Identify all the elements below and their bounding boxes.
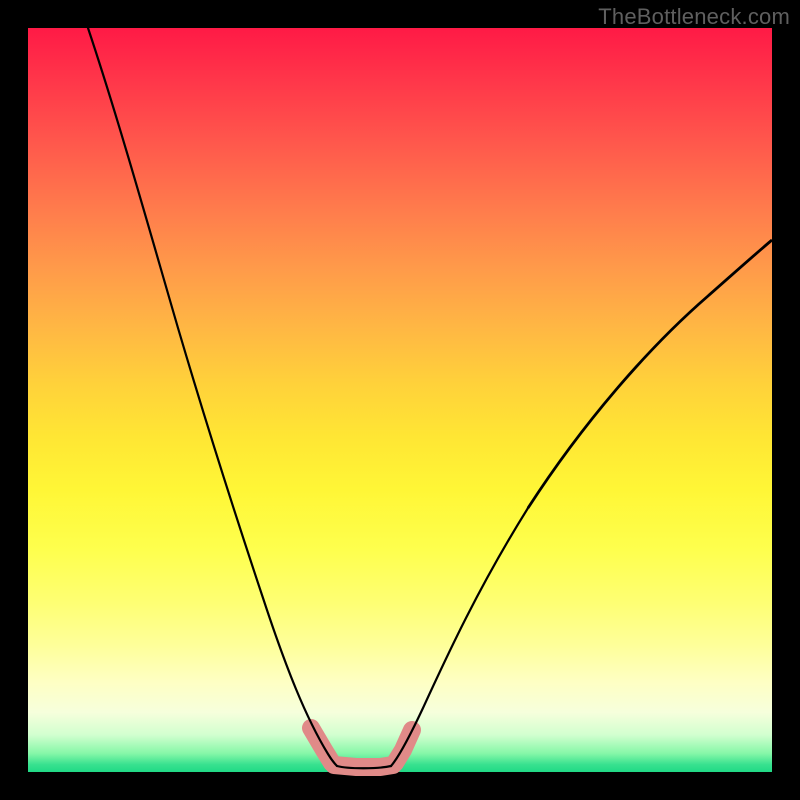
curve-left-branch	[88, 28, 337, 766]
watermark-text: TheBottleneck.com	[598, 4, 790, 30]
chart-svg	[28, 28, 772, 772]
chart-frame: TheBottleneck.com	[0, 0, 800, 800]
curve-right-branch-upper	[528, 240, 772, 508]
chart-area	[28, 28, 772, 772]
